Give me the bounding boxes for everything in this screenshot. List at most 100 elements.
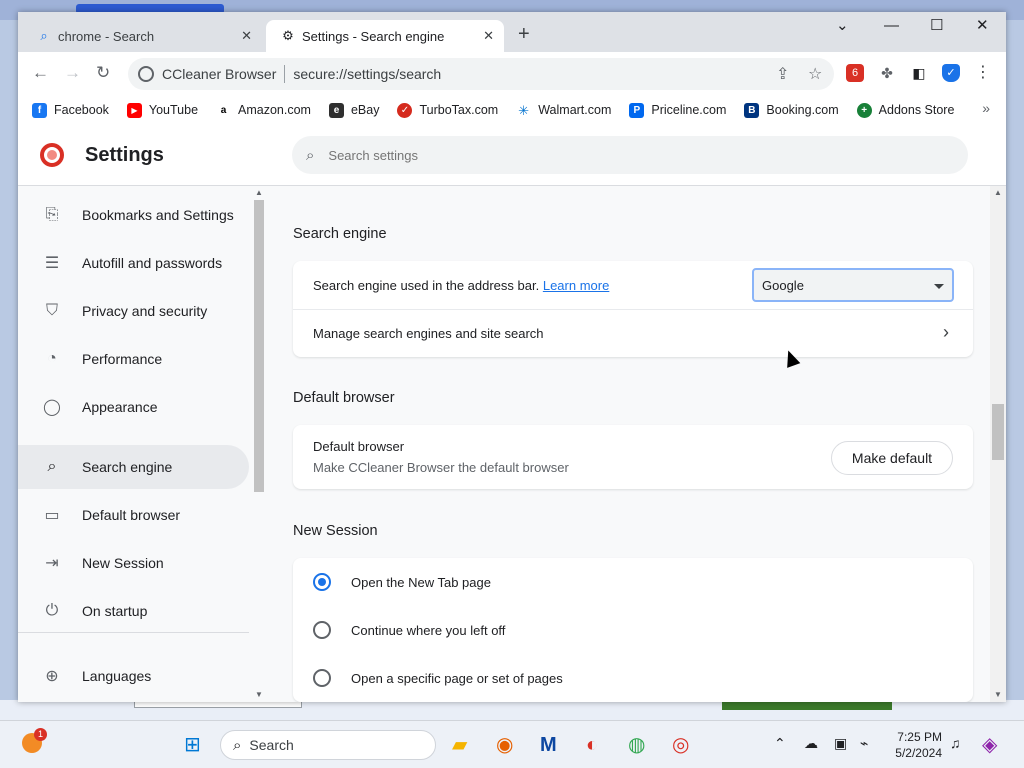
autofill-icon: ☰: [44, 255, 60, 272]
search-engine-row-text: Search engine used in the address bar. L…: [313, 278, 609, 293]
sidebar-item-autofill[interactable]: ☰ Autofill and passwords: [18, 241, 249, 285]
tab-chrome-search[interactable]: ⌕ chrome - Search ✕: [22, 20, 262, 52]
scroll-up-arrow-icon[interactable]: ▲: [255, 188, 263, 197]
bookmark-ebay[interactable]: e eBay: [328, 102, 379, 118]
bookmark-youtube[interactable]: ▶ YouTube: [126, 102, 198, 118]
main-scrollbar-thumb[interactable]: [992, 404, 1004, 460]
file-explorer-icon[interactable]: ▰: [452, 733, 467, 757]
share-icon[interactable]: ⇪: [776, 64, 789, 84]
clock-date: 5/2/2024: [895, 746, 942, 760]
url-text[interactable]: secure://settings/search: [293, 66, 441, 82]
puzzle-icon[interactable]: ✤: [878, 64, 896, 82]
radio-button[interactable]: [313, 621, 331, 639]
extension-badge-icon[interactable]: 6: [846, 64, 864, 82]
search-engine-row: Search engine used in the address bar. L…: [293, 261, 973, 309]
network-icon[interactable]: ⌁: [860, 735, 868, 752]
radio-label: Open the New Tab page: [351, 574, 491, 590]
bookmark-star-icon[interactable]: ☆: [808, 64, 822, 84]
bookmark-amazon[interactable]: a Amazon.com: [216, 102, 311, 118]
close-window-button[interactable]: ✕: [976, 16, 989, 36]
toolbar: ← → ↻ CCleaner Browser secure://settings…: [18, 52, 1006, 96]
forward-button[interactable]: →: [64, 62, 81, 84]
ebay-icon: e: [328, 102, 344, 118]
radio-button-checked[interactable]: [313, 573, 331, 591]
shield-icon[interactable]: ✓: [942, 64, 960, 82]
manage-search-engines-label: Manage search engines and site search: [313, 326, 544, 341]
manage-search-engines-row[interactable]: Manage search engines and site search ›: [293, 310, 973, 357]
scroll-down-arrow-icon[interactable]: ▼: [994, 690, 1002, 699]
radio-option[interactable]: Open a specific page or set of pages: [293, 654, 973, 702]
sidebar-item-languages[interactable]: ⊕ Languages: [18, 654, 249, 698]
tab-search-chevron-icon[interactable]: ⌄: [836, 16, 849, 36]
ccleaner-logo-icon: [40, 143, 64, 167]
ccleaner-browser-icon[interactable]: ◎: [672, 733, 689, 757]
menu-icon[interactable]: ⋮: [974, 64, 992, 82]
sidebar-item-performance[interactable]: ◔ Performance: [18, 337, 249, 381]
bookmark-booking[interactable]: B Booking.com: [744, 102, 839, 118]
display-icon[interactable]: ▣: [834, 735, 847, 752]
settings-search[interactable]: ⌕: [292, 136, 968, 174]
close-tab-icon[interactable]: ✕: [241, 28, 252, 44]
make-default-button[interactable]: Make default: [831, 441, 953, 475]
windows-start-icon[interactable]: ⊞: [184, 733, 201, 757]
side-panel-icon[interactable]: ◧: [910, 64, 928, 82]
scroll-up-arrow-icon[interactable]: ▲: [994, 188, 1002, 197]
address-bar[interactable]: CCleaner Browser secure://settings/searc…: [128, 58, 834, 90]
cloud-off-icon[interactable]: ☁: [804, 735, 818, 752]
sidebar-item-appearance[interactable]: ◯ Appearance: [18, 385, 249, 429]
radio-option[interactable]: Open the New Tab page: [293, 558, 973, 606]
sidebar-item-search-engine[interactable]: ⌕ Search engine: [18, 445, 249, 489]
bookmark-turbotax[interactable]: ✓ TurboTax.com: [397, 102, 498, 118]
taskbar-search[interactable]: ⌕ Search: [220, 730, 436, 760]
bookmark-addons-store[interactable]: + Addons Store: [856, 102, 955, 118]
more-bookmarks-icon[interactable]: »: [982, 100, 990, 116]
sidebar-item-default-browser[interactable]: ▭ Default browser: [18, 493, 249, 537]
search-input[interactable]: [328, 147, 889, 163]
browser-window: ⌕ chrome - Search ✕ ⚙ Settings - Search …: [18, 12, 1006, 702]
bell-icon[interactable]: ♫: [950, 735, 961, 751]
taskbar-search-label: Search: [249, 737, 294, 753]
radio-option[interactable]: Continue where you left off: [293, 606, 973, 654]
sidebar-item-new-session[interactable]: ⇥ New Session: [18, 541, 249, 585]
reload-button[interactable]: ↻: [96, 62, 110, 84]
turbotax-icon: ✓: [397, 102, 413, 118]
sidebar-item-privacy[interactable]: ⛉ Privacy and security: [18, 289, 249, 333]
chevron-up-icon[interactable]: ⌃: [774, 735, 786, 752]
back-button[interactable]: ←: [32, 62, 49, 84]
search-engine-select[interactable]: Google: [752, 268, 954, 302]
copilot-icon[interactable]: ◈: [982, 733, 997, 757]
default-browser-card: Default browser Make CCleaner Browser th…: [293, 425, 973, 489]
scroll-down-arrow-icon[interactable]: ▼: [255, 690, 263, 699]
sidebar-item-label: Bookmarks and Settings: [82, 207, 234, 223]
bookmark-label: Addons Store: [878, 103, 955, 117]
bookmark-label: Priceline.com: [651, 103, 727, 117]
bookmark-facebook[interactable]: f Facebook: [32, 102, 109, 118]
minimize-button[interactable]: —: [884, 16, 899, 36]
facebook-icon: f: [32, 102, 47, 118]
close-tab-icon[interactable]: ✕: [483, 28, 494, 44]
sidebar-item-on-startup[interactable]: ⏻ On startup: [18, 589, 249, 633]
power-icon: ⏻: [45, 602, 59, 619]
sidebar-item-bookmarks[interactable]: ⎘ Bookmarks and Settings: [18, 193, 249, 237]
new-tab-button[interactable]: +: [518, 22, 530, 46]
tab-settings[interactable]: ⚙ Settings - Search engine ✕: [266, 20, 504, 52]
ccleaner-icon[interactable]: ◐: [586, 733, 598, 757]
site-info-icon[interactable]: [138, 66, 154, 82]
section-title-default-browser: Default browser: [293, 390, 395, 406]
firefox-icon[interactable]: ◉: [496, 733, 513, 757]
bookmark-icon: ⎘: [45, 206, 59, 223]
chrome-icon[interactable]: ◍: [628, 733, 645, 757]
page-title: Settings: [85, 144, 164, 166]
settings-content: ⎘ Bookmarks and Settings ☰ Autofill and …: [18, 186, 1006, 702]
malwarebytes-icon[interactable]: M: [540, 733, 557, 757]
system-clock[interactable]: 7:25 PM 5/2/2024: [880, 729, 942, 761]
maximize-button[interactable]: ☐: [930, 16, 943, 36]
bookmark-walmart[interactable]: ✳ Walmart.com: [516, 102, 611, 118]
sidebar-scrollbar-thumb[interactable]: [254, 200, 264, 492]
sidebar-item-label: Languages: [82, 668, 152, 684]
radio-button[interactable]: [313, 669, 331, 687]
bookmark-priceline[interactable]: P Priceline.com: [629, 102, 727, 118]
learn-more-link[interactable]: Learn more: [543, 278, 609, 293]
notification-badge: 1: [34, 728, 47, 741]
booking-icon: B: [744, 102, 760, 118]
